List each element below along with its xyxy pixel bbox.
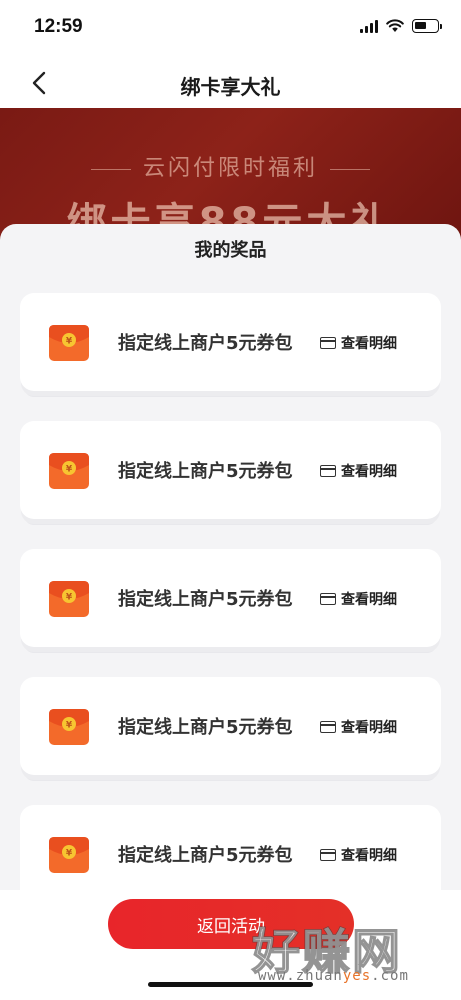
watermark-url-accent: yes: [342, 968, 372, 984]
prize-card: ¥ 指定线上商户5元券包 查看明细: [20, 805, 441, 890]
view-detail-link[interactable]: 查看明细: [320, 461, 397, 481]
red-packet-icon: ¥: [49, 837, 89, 873]
red-packet-icon: ¥: [49, 709, 89, 745]
red-packet-icon: ¥: [49, 325, 89, 361]
svg-text:¥: ¥: [66, 721, 73, 731]
prize-name: 指定线上商户5元券包: [118, 461, 293, 482]
prize-name: 指定线上商户5元券包: [118, 589, 293, 610]
page-title: 绑卡享大礼: [180, 75, 281, 99]
view-detail-label: 查看明细: [341, 336, 397, 352]
view-detail-label: 查看明细: [341, 592, 397, 608]
status-time: 12:59: [34, 16, 83, 37]
card-icon: [320, 593, 336, 605]
card-icon: [320, 721, 336, 733]
view-detail-label: 查看明细: [341, 464, 397, 480]
nav-bar: 绑卡享大礼: [0, 58, 461, 108]
signal-icon: [360, 19, 378, 33]
view-detail-label: 查看明细: [341, 720, 397, 736]
prize-name: 指定线上商户5元券包: [118, 333, 293, 354]
sheet-title: 我的奖品: [194, 240, 267, 261]
svg-text:¥: ¥: [66, 593, 73, 603]
card-icon: [320, 465, 336, 477]
banner-subtitle: 云闪付限时福利: [0, 150, 461, 182]
prize-name: 指定线上商户5元券包: [118, 717, 293, 738]
bottom-bar: 返回活动 好赚网 www.zhuanyes.com: [0, 890, 461, 1000]
status-bar: 12:59: [0, 0, 461, 58]
prize-card: ¥ 指定线上商户5元券包 查看明细: [20, 677, 441, 784]
banner-subtitle-text: 云闪付限时福利: [142, 156, 318, 181]
home-indicator: [148, 982, 313, 987]
prize-card: ¥ 指定线上商户5元券包 查看明细: [20, 293, 441, 400]
red-packet-icon: ¥: [49, 581, 89, 617]
prize-card: ¥ 指定线上商户5元券包 查看明细: [20, 421, 441, 528]
watermark-url-suffix: .com: [371, 968, 409, 984]
red-packet-icon: ¥: [49, 453, 89, 489]
view-detail-link[interactable]: 查看明细: [320, 333, 397, 353]
prize-sheet: 我的奖品 ¥ 指定线上商户5元券包 查看明细 ¥ 指定线上商户5元券包 查看明细: [0, 224, 461, 890]
prize-card: ¥ 指定线上商户5元券包 查看明细: [20, 549, 441, 656]
svg-text:¥: ¥: [66, 465, 73, 475]
prize-name: 指定线上商户5元券包: [118, 845, 293, 866]
battery-icon: [412, 19, 442, 33]
view-detail-label: 查看明细: [341, 848, 397, 864]
svg-text:¥: ¥: [66, 337, 73, 347]
status-icons: [360, 19, 442, 33]
view-detail-link[interactable]: 查看明细: [320, 717, 397, 737]
wifi-icon: [386, 19, 404, 32]
card-icon: [320, 849, 336, 861]
card-icon: [320, 337, 336, 349]
watermark: 好赚网 www.zhuanyes.com: [251, 912, 452, 992]
view-detail-link[interactable]: 查看明细: [320, 589, 397, 609]
svg-text:¥: ¥: [66, 849, 73, 859]
view-detail-link[interactable]: 查看明细: [320, 845, 397, 865]
